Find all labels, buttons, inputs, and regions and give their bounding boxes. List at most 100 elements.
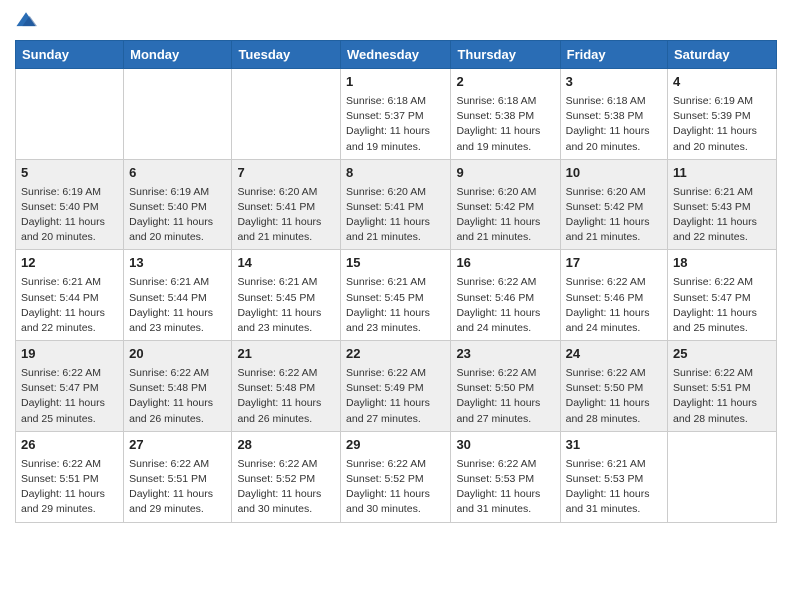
cell-content: 31Sunrise: 6:21 AMSunset: 5:53 PMDayligh…: [566, 436, 662, 518]
day-number: 10: [566, 164, 662, 183]
calendar-cell: 14Sunrise: 6:21 AMSunset: 5:45 PMDayligh…: [232, 250, 341, 341]
day-number: 27: [129, 436, 226, 455]
day-number: 17: [566, 254, 662, 273]
cell-content: 11Sunrise: 6:21 AMSunset: 5:43 PMDayligh…: [673, 164, 771, 246]
day-number: 22: [346, 345, 445, 364]
calendar-cell: 30Sunrise: 6:22 AMSunset: 5:53 PMDayligh…: [451, 431, 560, 522]
calendar-cell: 1Sunrise: 6:18 AMSunset: 5:37 PMDaylight…: [341, 69, 451, 160]
calendar-cell: 22Sunrise: 6:22 AMSunset: 5:49 PMDayligh…: [341, 341, 451, 432]
calendar-cell: 29Sunrise: 6:22 AMSunset: 5:52 PMDayligh…: [341, 431, 451, 522]
cell-content: 14Sunrise: 6:21 AMSunset: 5:45 PMDayligh…: [237, 254, 335, 336]
calendar-week-row: 5Sunrise: 6:19 AMSunset: 5:40 PMDaylight…: [16, 159, 777, 250]
logo: [15, 10, 39, 32]
calendar-cell: 21Sunrise: 6:22 AMSunset: 5:48 PMDayligh…: [232, 341, 341, 432]
weekday-header-tuesday: Tuesday: [232, 41, 341, 69]
calendar-cell: 19Sunrise: 6:22 AMSunset: 5:47 PMDayligh…: [16, 341, 124, 432]
cell-content: 20Sunrise: 6:22 AMSunset: 5:48 PMDayligh…: [129, 345, 226, 427]
cell-content: 6Sunrise: 6:19 AMSunset: 5:40 PMDaylight…: [129, 164, 226, 246]
calendar-cell: [16, 69, 124, 160]
day-number: 8: [346, 164, 445, 183]
day-number: 21: [237, 345, 335, 364]
calendar-cell: 11Sunrise: 6:21 AMSunset: 5:43 PMDayligh…: [668, 159, 777, 250]
day-number: 1: [346, 73, 445, 92]
day-number: 20: [129, 345, 226, 364]
day-number: 23: [456, 345, 554, 364]
cell-content: 19Sunrise: 6:22 AMSunset: 5:47 PMDayligh…: [21, 345, 118, 427]
weekday-header-sunday: Sunday: [16, 41, 124, 69]
cell-content: 29Sunrise: 6:22 AMSunset: 5:52 PMDayligh…: [346, 436, 445, 518]
cell-content: 23Sunrise: 6:22 AMSunset: 5:50 PMDayligh…: [456, 345, 554, 427]
calendar-week-row: 1Sunrise: 6:18 AMSunset: 5:37 PMDaylight…: [16, 69, 777, 160]
day-number: 19: [21, 345, 118, 364]
day-number: 4: [673, 73, 771, 92]
day-number: 26: [21, 436, 118, 455]
page: SundayMondayTuesdayWednesdayThursdayFrid…: [0, 0, 792, 612]
cell-content: 16Sunrise: 6:22 AMSunset: 5:46 PMDayligh…: [456, 254, 554, 336]
day-number: 13: [129, 254, 226, 273]
weekday-header-monday: Monday: [124, 41, 232, 69]
cell-content: 28Sunrise: 6:22 AMSunset: 5:52 PMDayligh…: [237, 436, 335, 518]
calendar-table: SundayMondayTuesdayWednesdayThursdayFrid…: [15, 40, 777, 523]
calendar-cell: [668, 431, 777, 522]
calendar-cell: 17Sunrise: 6:22 AMSunset: 5:46 PMDayligh…: [560, 250, 667, 341]
calendar-cell: 15Sunrise: 6:21 AMSunset: 5:45 PMDayligh…: [341, 250, 451, 341]
calendar-cell: 18Sunrise: 6:22 AMSunset: 5:47 PMDayligh…: [668, 250, 777, 341]
day-number: 15: [346, 254, 445, 273]
day-number: 6: [129, 164, 226, 183]
day-number: 2: [456, 73, 554, 92]
calendar-cell: 10Sunrise: 6:20 AMSunset: 5:42 PMDayligh…: [560, 159, 667, 250]
calendar-cell: 2Sunrise: 6:18 AMSunset: 5:38 PMDaylight…: [451, 69, 560, 160]
cell-content: 9Sunrise: 6:20 AMSunset: 5:42 PMDaylight…: [456, 164, 554, 246]
calendar-cell: 25Sunrise: 6:22 AMSunset: 5:51 PMDayligh…: [668, 341, 777, 432]
calendar-cell: 3Sunrise: 6:18 AMSunset: 5:38 PMDaylight…: [560, 69, 667, 160]
calendar-week-row: 26Sunrise: 6:22 AMSunset: 5:51 PMDayligh…: [16, 431, 777, 522]
cell-content: 1Sunrise: 6:18 AMSunset: 5:37 PMDaylight…: [346, 73, 445, 155]
cell-content: 21Sunrise: 6:22 AMSunset: 5:48 PMDayligh…: [237, 345, 335, 427]
calendar-week-row: 12Sunrise: 6:21 AMSunset: 5:44 PMDayligh…: [16, 250, 777, 341]
cell-content: 5Sunrise: 6:19 AMSunset: 5:40 PMDaylight…: [21, 164, 118, 246]
day-number: 25: [673, 345, 771, 364]
calendar-cell: 27Sunrise: 6:22 AMSunset: 5:51 PMDayligh…: [124, 431, 232, 522]
calendar-cell: 9Sunrise: 6:20 AMSunset: 5:42 PMDaylight…: [451, 159, 560, 250]
calendar-cell: 20Sunrise: 6:22 AMSunset: 5:48 PMDayligh…: [124, 341, 232, 432]
cell-content: 15Sunrise: 6:21 AMSunset: 5:45 PMDayligh…: [346, 254, 445, 336]
cell-content: 25Sunrise: 6:22 AMSunset: 5:51 PMDayligh…: [673, 345, 771, 427]
calendar-cell: 7Sunrise: 6:20 AMSunset: 5:41 PMDaylight…: [232, 159, 341, 250]
calendar-cell: 16Sunrise: 6:22 AMSunset: 5:46 PMDayligh…: [451, 250, 560, 341]
cell-content: 4Sunrise: 6:19 AMSunset: 5:39 PMDaylight…: [673, 73, 771, 155]
day-number: 16: [456, 254, 554, 273]
calendar-cell: 28Sunrise: 6:22 AMSunset: 5:52 PMDayligh…: [232, 431, 341, 522]
cell-content: 17Sunrise: 6:22 AMSunset: 5:46 PMDayligh…: [566, 254, 662, 336]
cell-content: 24Sunrise: 6:22 AMSunset: 5:50 PMDayligh…: [566, 345, 662, 427]
day-number: 18: [673, 254, 771, 273]
cell-content: 30Sunrise: 6:22 AMSunset: 5:53 PMDayligh…: [456, 436, 554, 518]
day-number: 12: [21, 254, 118, 273]
weekday-header-row: SundayMondayTuesdayWednesdayThursdayFrid…: [16, 41, 777, 69]
cell-content: 18Sunrise: 6:22 AMSunset: 5:47 PMDayligh…: [673, 254, 771, 336]
cell-content: 7Sunrise: 6:20 AMSunset: 5:41 PMDaylight…: [237, 164, 335, 246]
day-number: 3: [566, 73, 662, 92]
calendar-cell: 31Sunrise: 6:21 AMSunset: 5:53 PMDayligh…: [560, 431, 667, 522]
weekday-header-thursday: Thursday: [451, 41, 560, 69]
calendar-cell: 26Sunrise: 6:22 AMSunset: 5:51 PMDayligh…: [16, 431, 124, 522]
calendar-cell: [124, 69, 232, 160]
calendar-cell: 5Sunrise: 6:19 AMSunset: 5:40 PMDaylight…: [16, 159, 124, 250]
cell-content: 22Sunrise: 6:22 AMSunset: 5:49 PMDayligh…: [346, 345, 445, 427]
calendar-cell: 4Sunrise: 6:19 AMSunset: 5:39 PMDaylight…: [668, 69, 777, 160]
day-number: 31: [566, 436, 662, 455]
weekday-header-wednesday: Wednesday: [341, 41, 451, 69]
cell-content: 26Sunrise: 6:22 AMSunset: 5:51 PMDayligh…: [21, 436, 118, 518]
cell-content: 12Sunrise: 6:21 AMSunset: 5:44 PMDayligh…: [21, 254, 118, 336]
day-number: 7: [237, 164, 335, 183]
cell-content: 10Sunrise: 6:20 AMSunset: 5:42 PMDayligh…: [566, 164, 662, 246]
logo-icon: [15, 10, 37, 32]
day-number: 24: [566, 345, 662, 364]
calendar-cell: [232, 69, 341, 160]
cell-content: 2Sunrise: 6:18 AMSunset: 5:38 PMDaylight…: [456, 73, 554, 155]
day-number: 29: [346, 436, 445, 455]
cell-content: 13Sunrise: 6:21 AMSunset: 5:44 PMDayligh…: [129, 254, 226, 336]
weekday-header-saturday: Saturday: [668, 41, 777, 69]
calendar-cell: 13Sunrise: 6:21 AMSunset: 5:44 PMDayligh…: [124, 250, 232, 341]
weekday-header-friday: Friday: [560, 41, 667, 69]
calendar-cell: 23Sunrise: 6:22 AMSunset: 5:50 PMDayligh…: [451, 341, 560, 432]
